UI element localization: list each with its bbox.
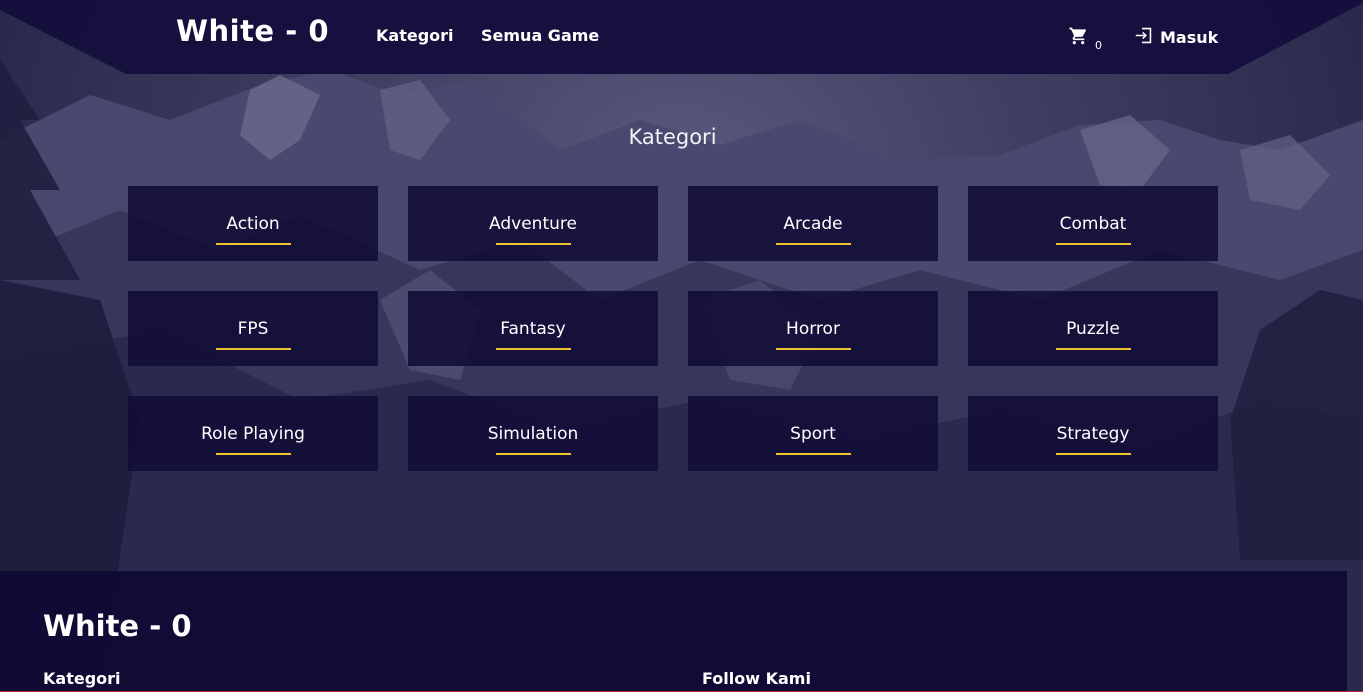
category-label: Adventure [489,214,577,234]
top-navbar: White - 0 Kategori Semua Game 0 Masuk [0,0,1363,74]
footer: White - 0 Kategori Follow Kami [0,571,1347,692]
category-card-action[interactable]: Action [128,186,378,261]
category-underline [495,453,571,455]
category-card-combat[interactable]: Combat [968,186,1218,261]
page-title: Kategori [628,125,717,149]
nav-kategori[interactable]: Kategori [376,26,454,45]
brand-logo[interactable]: White - 0 [176,14,329,48]
category-label: Combat [1059,214,1127,234]
category-label: Role Playing [201,424,305,444]
category-underline [775,243,851,245]
category-card-simulation[interactable]: Simulation [408,396,658,471]
category-card-adventure[interactable]: Adventure [408,186,658,261]
login-label: Masuk [1160,28,1219,47]
category-underline [775,348,851,350]
category-underline [1055,243,1131,245]
category-underline [775,453,851,455]
nav-semua-game[interactable]: Semua Game [481,26,599,45]
cart-button[interactable]: 0 [1068,26,1102,52]
category-card-fantasy[interactable]: Fantasy [408,291,658,366]
category-label: Action [226,214,280,234]
category-label: Simulation [487,424,579,444]
footer-heading-kategori: Kategori [43,669,121,688]
category-grid: Action Adventure Arcade Combat FPS Fanta… [128,186,1218,471]
category-label: Sport [790,424,836,444]
cart-count: 0 [1095,39,1102,52]
category-card-fps[interactable]: FPS [128,291,378,366]
category-underline [1055,348,1131,350]
category-underline [215,348,291,350]
category-card-sport[interactable]: Sport [688,396,938,471]
login-icon [1134,27,1153,48]
category-label: Strategy [1056,424,1130,444]
category-label: Fantasy [500,319,566,339]
category-label: Puzzle [1066,319,1120,339]
category-card-arcade[interactable]: Arcade [688,186,938,261]
footer-heading-follow: Follow Kami [702,669,811,688]
category-card-puzzle[interactable]: Puzzle [968,291,1218,366]
cart-icon [1068,26,1089,50]
footer-brand: White - 0 [43,609,192,643]
category-card-strategy[interactable]: Strategy [968,396,1218,471]
category-label: Horror [786,319,840,339]
category-card-role-playing[interactable]: Role Playing [128,396,378,471]
login-button[interactable]: Masuk [1134,27,1218,48]
category-underline [495,348,571,350]
category-underline [215,243,291,245]
category-underline [495,243,571,245]
category-underline [215,453,291,455]
category-underline [1055,453,1131,455]
category-label: Arcade [783,214,843,234]
category-label: FPS [237,319,269,339]
category-card-horror[interactable]: Horror [688,291,938,366]
